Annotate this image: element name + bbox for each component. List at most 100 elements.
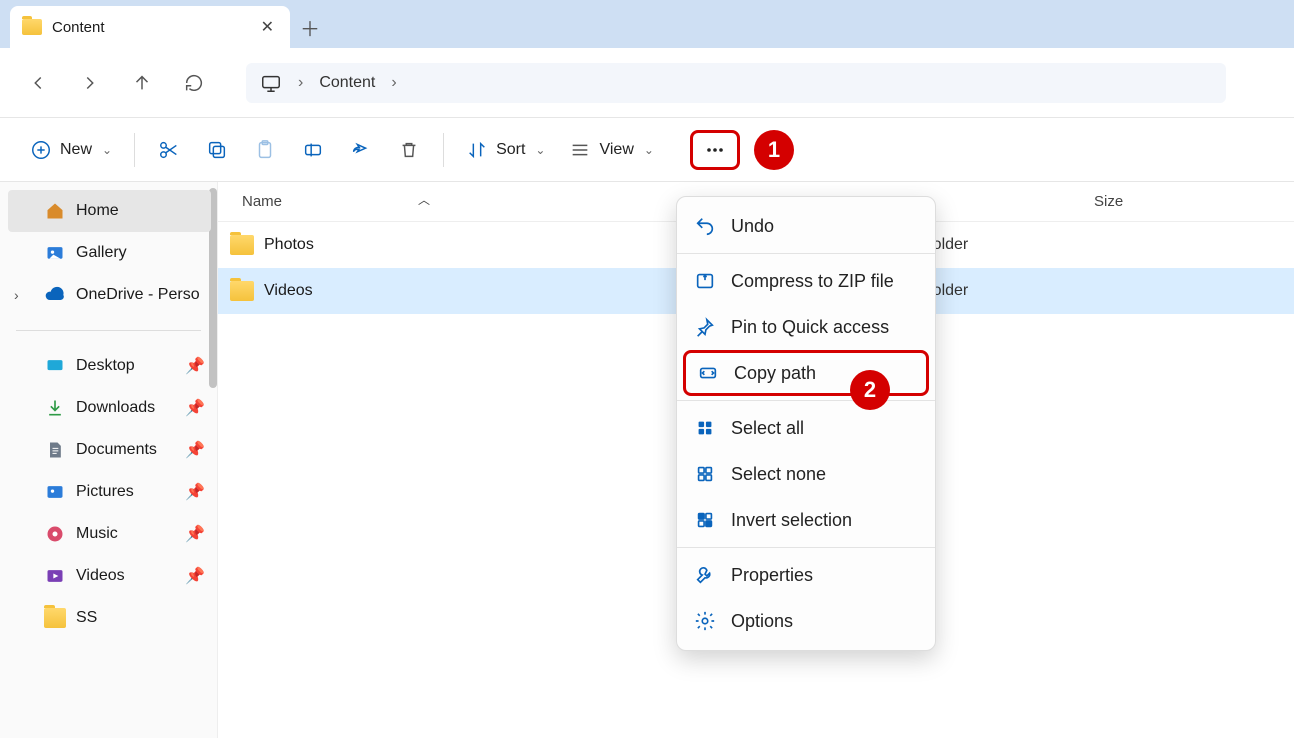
ctx-label: Invert selection <box>731 510 852 531</box>
tab-current[interactable]: Content ✕ <box>10 6 290 48</box>
separator <box>16 330 201 331</box>
sidebar-item-home[interactable]: Home <box>8 190 211 232</box>
refresh-button[interactable] <box>174 63 214 103</box>
sidebar: Home Gallery › OneDrive - Perso Desktop … <box>0 182 218 738</box>
column-size[interactable]: Size <box>1094 193 1294 210</box>
separator <box>443 133 444 167</box>
cloud-icon <box>44 284 66 306</box>
sidebar-item-videos[interactable]: Videos 📌 <box>0 555 217 597</box>
sidebar-label: Documents <box>76 441 157 459</box>
sidebar-label: Gallery <box>76 244 127 262</box>
select-all-icon <box>693 416 717 440</box>
sidebar-label: Downloads <box>76 399 155 417</box>
address-bar[interactable]: › Content › <box>246 63 1226 103</box>
ctx-label: Compress to ZIP file <box>731 271 894 292</box>
file-name: Videos <box>264 282 313 300</box>
ctx-pin-quick-access[interactable]: Pin to Quick access <box>677 304 935 350</box>
forward-button[interactable] <box>70 63 110 103</box>
chevron-down-icon: ⌄ <box>535 143 545 157</box>
document-icon <box>44 439 66 461</box>
pictures-icon <box>44 481 66 503</box>
pc-icon <box>260 72 282 94</box>
ctx-undo[interactable]: Undo <box>677 203 935 249</box>
paste-button <box>243 130 287 170</box>
ctx-properties[interactable]: Properties <box>677 552 935 598</box>
path-icon <box>696 361 720 385</box>
separator <box>677 547 935 548</box>
share-icon <box>350 139 372 161</box>
file-name: Photos <box>264 236 314 254</box>
view-button[interactable]: View ⌄ <box>559 130 663 170</box>
video-icon <box>44 565 66 587</box>
gallery-icon <box>44 242 66 264</box>
music-icon <box>44 523 66 545</box>
cut-button[interactable] <box>147 130 191 170</box>
rename-icon <box>302 139 324 161</box>
copy-button[interactable] <box>195 130 239 170</box>
chevron-right-icon: › <box>292 74 309 92</box>
list-icon <box>569 139 591 161</box>
sidebar-label: OneDrive - Perso <box>76 286 200 304</box>
ctx-label: Options <box>731 611 793 632</box>
context-menu: Undo Compress to ZIP file Pin to Quick a… <box>676 196 936 651</box>
sidebar-item-onedrive[interactable]: › OneDrive - Perso <box>0 274 217 316</box>
pin-icon: 📌 <box>185 398 205 418</box>
sidebar-label: Videos <box>76 567 125 585</box>
trash-icon <box>398 139 420 161</box>
ctx-label: Pin to Quick access <box>731 317 889 338</box>
new-tab-button[interactable]: ＋ <box>290 6 330 48</box>
zip-icon <box>693 269 717 293</box>
tab-title: Content <box>52 19 247 36</box>
pin-icon: 📌 <box>185 482 205 502</box>
annotation-badge-1: 1 <box>754 130 794 170</box>
pin-icon: 📌 <box>185 356 205 376</box>
sort-icon <box>466 139 488 161</box>
select-none-icon <box>693 462 717 486</box>
sidebar-item-documents[interactable]: Documents 📌 <box>0 429 217 471</box>
ctx-label: Select none <box>731 464 826 485</box>
sidebar-label: Desktop <box>76 357 135 375</box>
gear-icon <box>693 609 717 633</box>
ctx-select-none[interactable]: Select none <box>677 451 935 497</box>
ctx-compress-zip[interactable]: Compress to ZIP file <box>677 258 935 304</box>
breadcrumb-current[interactable]: Content <box>319 74 375 92</box>
ctx-copy-path[interactable]: Copy path <box>683 350 929 396</box>
sidebar-item-downloads[interactable]: Downloads 📌 <box>0 387 217 429</box>
new-button[interactable]: New ⌄ <box>20 130 122 170</box>
sidebar-item-pictures[interactable]: Pictures 📌 <box>0 471 217 513</box>
sort-button[interactable]: Sort ⌄ <box>456 130 555 170</box>
sidebar-label: Music <box>76 525 118 543</box>
wrench-icon <box>693 563 717 587</box>
separator <box>677 253 935 254</box>
home-icon <box>44 200 66 222</box>
copy-icon <box>206 139 228 161</box>
folder-icon <box>230 281 254 301</box>
sort-indicator-icon: ︿ <box>418 191 430 208</box>
scissors-icon <box>158 139 180 161</box>
share-button[interactable] <box>339 130 383 170</box>
tab-bar: Content ✕ ＋ <box>0 0 1294 48</box>
ctx-invert-selection[interactable]: Invert selection <box>677 497 935 543</box>
ctx-select-all[interactable]: Select all <box>677 405 935 451</box>
ctx-options[interactable]: Options <box>677 598 935 644</box>
sidebar-label: Pictures <box>76 483 134 501</box>
up-button[interactable] <box>122 63 162 103</box>
sidebar-item-ss[interactable]: SS <box>0 597 217 639</box>
more-button[interactable] <box>690 130 740 170</box>
desktop-icon <box>44 355 66 377</box>
invert-icon <box>693 508 717 532</box>
pin-icon: 📌 <box>185 566 205 586</box>
back-button[interactable] <box>18 63 58 103</box>
separator <box>134 133 135 167</box>
ctx-label: Copy path <box>734 363 816 384</box>
sidebar-item-desktop[interactable]: Desktop 📌 <box>0 345 217 387</box>
ctx-label: Select all <box>731 418 804 439</box>
sidebar-item-gallery[interactable]: Gallery <box>0 232 217 274</box>
rename-button[interactable] <box>291 130 335 170</box>
pin-icon: 📌 <box>185 524 205 544</box>
delete-button[interactable] <box>387 130 431 170</box>
sidebar-item-music[interactable]: Music 📌 <box>0 513 217 555</box>
pin-icon: 📌 <box>185 440 205 460</box>
new-label: New <box>60 141 92 159</box>
close-tab-icon[interactable]: ✕ <box>257 13 278 41</box>
